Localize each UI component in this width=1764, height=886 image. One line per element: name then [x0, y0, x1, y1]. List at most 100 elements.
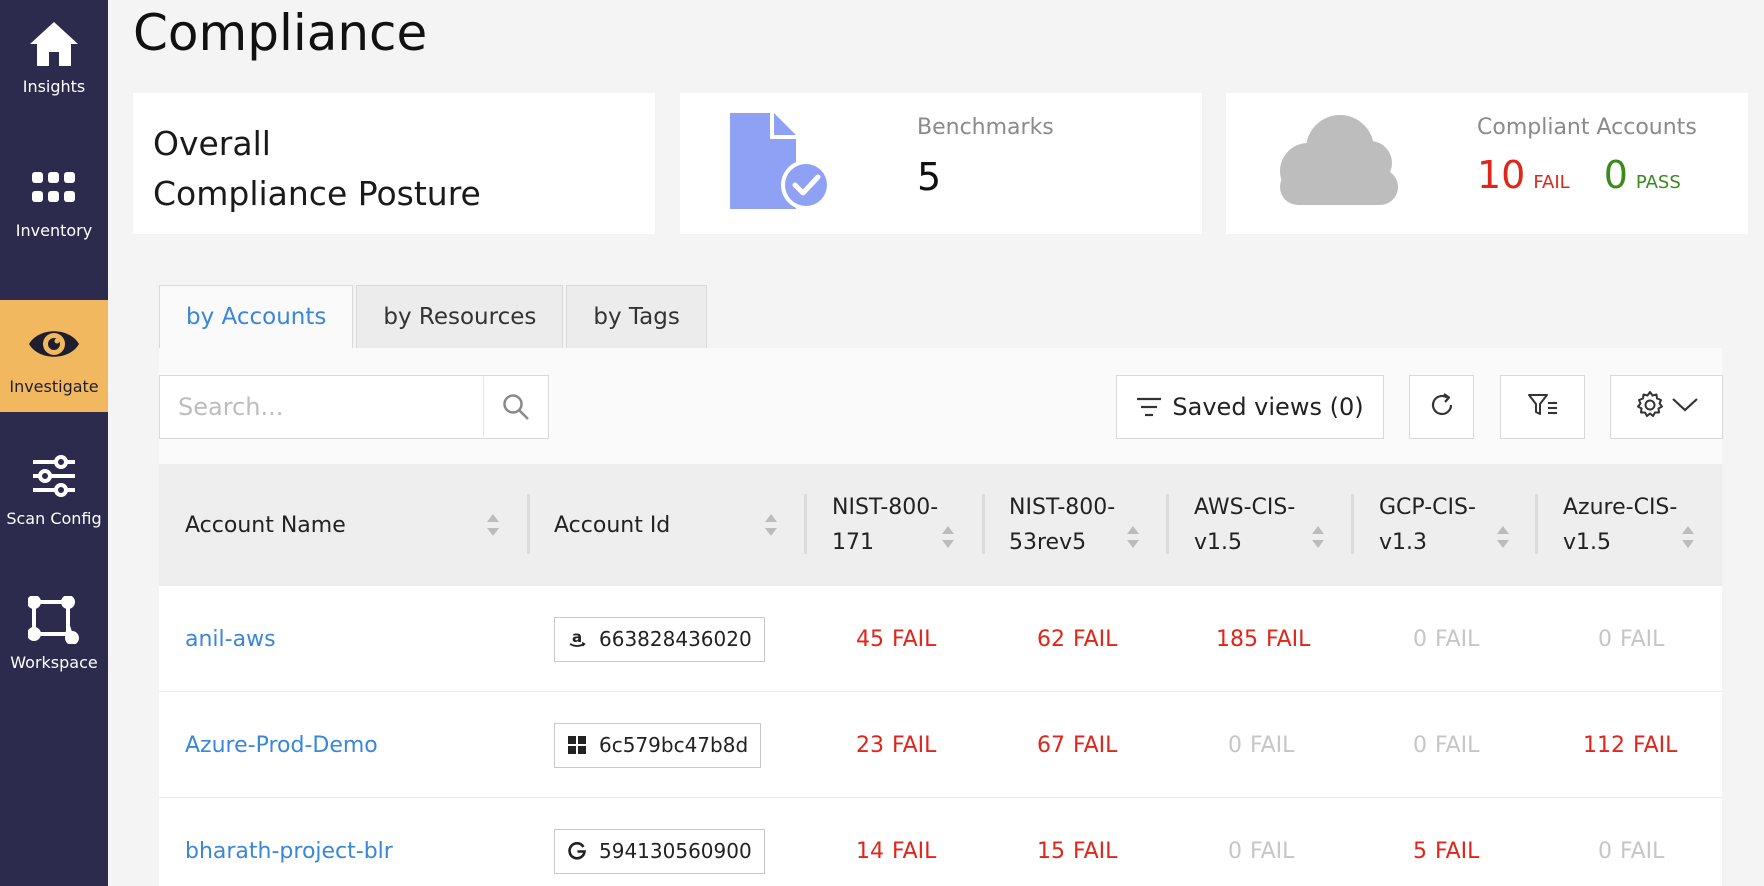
- posture-text: Overall Compliance Posture: [153, 119, 481, 219]
- account-name[interactable]: bharath-project-blr: [185, 839, 393, 864]
- table-header: Account Name Account Id NIST-800- 171 NI…: [159, 464, 1722, 586]
- account-id: 594130560900: [599, 839, 752, 863]
- sort-icon[interactable]: [1682, 526, 1694, 549]
- account-name[interactable]: Azure-Prod-Demo: [185, 733, 378, 758]
- aws-cis-value: 0 FAIL: [1228, 692, 1294, 798]
- column-divider[interactable]: [982, 494, 985, 554]
- column-header-label: v1.3: [1379, 530, 1428, 555]
- nav-item-workspace[interactable]: Workspace: [0, 576, 108, 688]
- column-divider[interactable]: [804, 494, 807, 554]
- nist-53rev5-value[interactable]: 62 FAIL: [1037, 586, 1117, 692]
- nav-item-investigate[interactable]: Investigate: [0, 300, 108, 412]
- azure-cis-value: 0 FAIL: [1598, 586, 1664, 692]
- settings-dropdown-button[interactable]: [1610, 375, 1723, 439]
- search-icon[interactable]: [484, 376, 548, 438]
- sort-icon[interactable]: [765, 514, 777, 536]
- column-divider[interactable]: [1351, 494, 1354, 554]
- chevron-down-icon: [1671, 397, 1699, 417]
- sort-icon[interactable]: [487, 514, 499, 536]
- column-header-label: NIST-800-: [832, 495, 939, 520]
- column-header-label: AWS-CIS-: [1194, 495, 1296, 520]
- account-id-badge: 594130560900: [554, 828, 765, 874]
- table-row: bharath-project-blr 594130560900 14 FAIL …: [159, 798, 1722, 886]
- gear-icon: [1635, 390, 1665, 424]
- column-header-label: 171: [832, 530, 874, 555]
- compliant-accounts-label: Compliant Accounts: [1477, 115, 1697, 140]
- column-header-label: GCP-CIS-: [1379, 495, 1476, 520]
- sort-icon[interactable]: [1497, 526, 1509, 549]
- column-header-account-id[interactable]: Account Id: [554, 464, 794, 586]
- search-input[interactable]: [160, 377, 485, 437]
- overall-posture-card: Overall Compliance Posture: [133, 93, 655, 234]
- tab-by-accounts[interactable]: by Accounts: [159, 285, 354, 349]
- azure-cis-value: 0 FAIL: [1598, 798, 1664, 886]
- column-header-account-name[interactable]: Account Name: [185, 464, 505, 586]
- column-header-label: Account Name: [185, 512, 346, 538]
- value-status: FAIL: [1073, 732, 1118, 758]
- azure-cis-value[interactable]: 112 FAIL: [1583, 692, 1677, 798]
- account-name-link[interactable]: bharath-project-blr: [185, 798, 393, 886]
- document-check-icon: [722, 109, 832, 223]
- gcp-cis-value[interactable]: 5 FAIL: [1413, 798, 1479, 886]
- column-header-aws-cis-v1-5[interactable]: AWS-CIS- v1.5: [1194, 464, 1324, 586]
- value-number: 15: [1037, 838, 1065, 864]
- column-header-azure-cis-v1-5[interactable]: Azure-CIS- v1.5: [1563, 464, 1703, 586]
- tab-by-resources[interactable]: by Resources: [356, 285, 564, 349]
- nist-53rev5-value[interactable]: 67 FAIL: [1037, 692, 1117, 798]
- column-header-label: 53rev5: [1009, 530, 1087, 555]
- svg-text:a: a: [572, 629, 582, 646]
- nav-label: Insights: [22, 76, 86, 96]
- value-number: 0: [1228, 732, 1242, 758]
- filter-button[interactable]: [1500, 375, 1585, 439]
- column-divider[interactable]: [1535, 494, 1538, 554]
- column-divider[interactable]: [1166, 494, 1169, 554]
- value-number: 67: [1037, 732, 1065, 758]
- saved-views-button[interactable]: Saved views (0): [1116, 375, 1384, 439]
- nav-item-insights[interactable]: Insights: [0, 0, 108, 112]
- workspace-icon: [27, 593, 81, 647]
- value-number: 0: [1228, 838, 1242, 864]
- nist-53rev5-value[interactable]: 15 FAIL: [1037, 798, 1117, 886]
- nav-label: Investigate: [9, 376, 99, 396]
- sort-icon[interactable]: [942, 526, 954, 549]
- value-status: FAIL: [1633, 732, 1678, 758]
- accounts-panel: Saved views (0): [159, 348, 1723, 886]
- pass-count: 0: [1603, 153, 1628, 197]
- value-number: 23: [856, 732, 884, 758]
- account-id-cell: a 663828436020: [554, 586, 765, 692]
- account-name[interactable]: anil-aws: [185, 627, 276, 652]
- refresh-button[interactable]: [1409, 375, 1474, 439]
- nav-item-scan-config[interactable]: Scan Config: [0, 432, 108, 544]
- column-divider[interactable]: [527, 494, 530, 554]
- nav-item-inventory[interactable]: Inventory: [0, 144, 108, 256]
- value-status: FAIL: [1266, 626, 1311, 652]
- column-header-nist-800-53rev5[interactable]: NIST-800- 53rev5: [1009, 464, 1139, 586]
- value-number: 14: [856, 838, 884, 864]
- nist-171-value[interactable]: 14 FAIL: [856, 798, 936, 886]
- google-icon: [567, 841, 587, 861]
- aws-cis-value[interactable]: 185 FAIL: [1216, 586, 1310, 692]
- account-id: 663828436020: [599, 627, 752, 651]
- sort-icon[interactable]: [1312, 526, 1324, 549]
- benchmarks-card: Benchmarks 5: [680, 93, 1202, 234]
- value-status: FAIL: [1435, 732, 1480, 758]
- pass-label: PASS: [1635, 172, 1681, 193]
- value-number: 0: [1413, 732, 1427, 758]
- value-status: FAIL: [892, 732, 937, 758]
- sort-icon[interactable]: [1127, 526, 1139, 549]
- value-status: FAIL: [1620, 626, 1665, 652]
- nist-171-value[interactable]: 45 FAIL: [856, 586, 936, 692]
- value-status: FAIL: [1250, 838, 1295, 864]
- value-number: 0: [1598, 838, 1612, 864]
- account-name-link[interactable]: Azure-Prod-Demo: [185, 692, 378, 798]
- account-id: 6c579bc47b8d: [599, 733, 749, 757]
- posture-line2: Compliance Posture: [153, 174, 481, 213]
- benchmarks-value: 5: [917, 155, 942, 199]
- column-header-label: Azure-CIS-: [1563, 495, 1678, 520]
- column-header-gcp-cis-v1-3[interactable]: GCP-CIS- v1.3: [1379, 464, 1509, 586]
- column-header-nist-800-171[interactable]: NIST-800- 171: [832, 464, 962, 586]
- value-number: 0: [1413, 626, 1427, 652]
- nist-171-value[interactable]: 23 FAIL: [856, 692, 936, 798]
- account-name-link[interactable]: anil-aws: [185, 586, 276, 692]
- tab-by-tags[interactable]: by Tags: [566, 285, 707, 349]
